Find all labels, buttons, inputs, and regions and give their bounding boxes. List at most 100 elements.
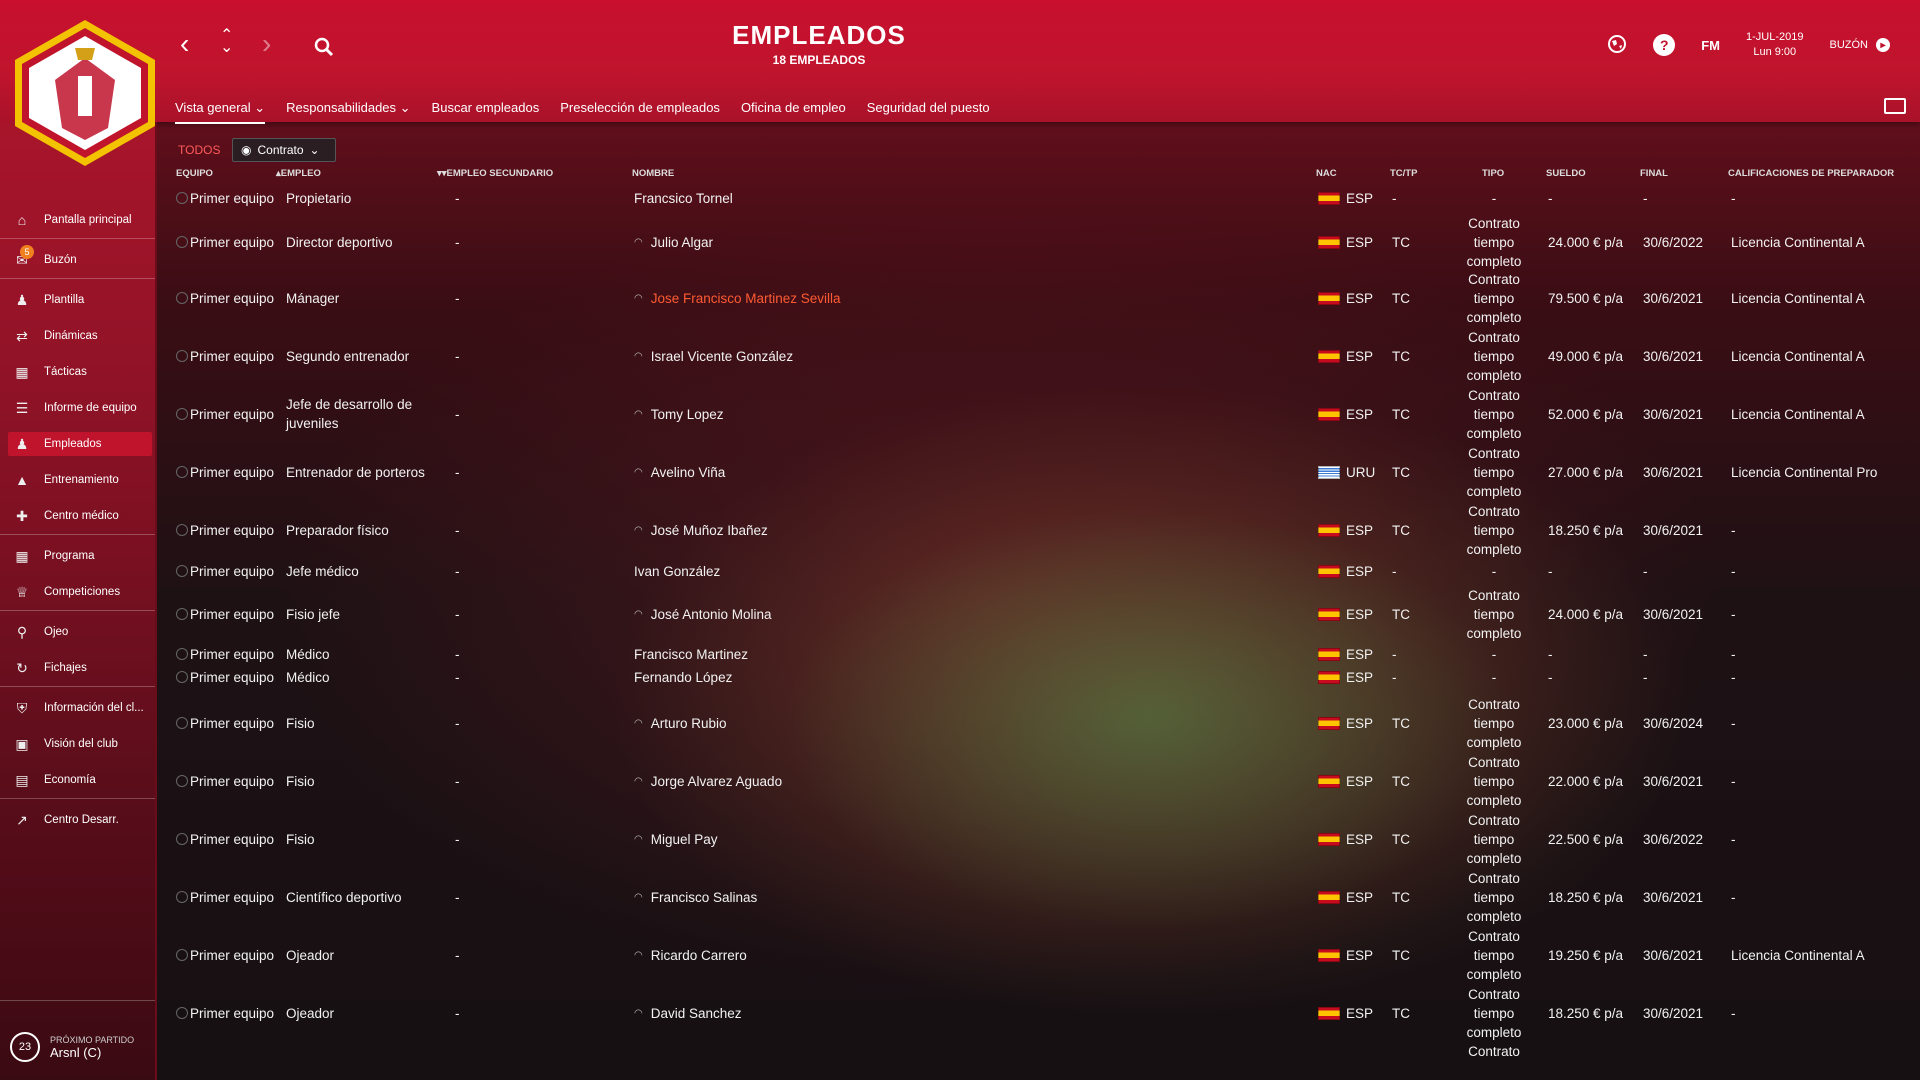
table-row[interactable]: Primer equipo Director deportivo - ◠ Julio A… [0, 213, 1920, 271]
tab-job-centre[interactable]: Oficina de empleo [741, 100, 846, 124]
col-nationality[interactable]: NAC [1316, 168, 1337, 179]
cell-name[interactable]: Fernando López [634, 666, 732, 688]
table-row[interactable]: Primer equipo Ojeador - ◠ David Sanchez ESP TC… [0, 984, 1920, 1042]
staff-name[interactable]: Ivan González [634, 564, 720, 579]
table-row[interactable]: Primer equipo Fisio - ◠ Arturo Rubio ESP TC Con… [0, 694, 1920, 752]
table-row[interactable]: Primer equipo Mánager - ◠ Jose Francisco Mar… [0, 269, 1920, 327]
date-display[interactable]: 1-JUL-2019 Lun 9:00 [1746, 30, 1803, 60]
cell-name[interactable]: ◠ Avelino Viña [634, 443, 725, 501]
col-type[interactable]: TIPO [1482, 168, 1504, 179]
staff-name[interactable]: Francsico Tornel [634, 191, 733, 206]
col-secondary-job[interactable]: ▾▾EMPLEO SECUNDARIO [437, 168, 553, 179]
cell-name[interactable]: Francsico Tornel [634, 186, 733, 210]
col-job[interactable]: ▴EMPLEO [276, 168, 321, 179]
select-checkbox[interactable] [176, 466, 188, 478]
search-icon[interactable] [314, 32, 334, 64]
world-icon[interactable] [1607, 34, 1627, 57]
staff-name[interactable]: Francisco Martinez [634, 647, 748, 662]
staff-name[interactable]: Jorge Alvarez Aguado [651, 774, 782, 789]
select-checkbox[interactable] [176, 350, 188, 362]
staff-name[interactable]: Arturo Rubio [651, 716, 727, 731]
col-name[interactable]: NOMBRE [632, 168, 674, 179]
col-wage[interactable]: SUELDO [1546, 168, 1586, 179]
tab-job-security[interactable]: Seguridad del puesto [867, 100, 990, 124]
back-arrow-icon[interactable]: ‹ [180, 28, 189, 60]
select-checkbox[interactable] [176, 408, 188, 420]
select-checkbox[interactable] [176, 524, 188, 536]
cell-qualifications: - [1731, 646, 1736, 662]
tab-responsibilities[interactable]: Responsabilidades ⌄ [286, 100, 410, 124]
table-row[interactable]: Primer equipo Preparador físico - ◠ José Muñ… [0, 501, 1920, 559]
cell-name[interactable]: ◠ Francisco Salinas [634, 868, 757, 926]
staff-name[interactable]: Tomy Lopez [651, 407, 724, 422]
filter-all[interactable]: TODOS [178, 143, 220, 157]
col-end[interactable]: FINAL [1640, 168, 1668, 179]
select-checkbox[interactable] [176, 192, 188, 204]
table-row[interactable]: Primer equipo Médico - Fernando López ESP - - -… [0, 666, 1920, 688]
tab-shortlist[interactable]: Preselección de empleados [560, 100, 720, 124]
select-checkbox[interactable] [176, 717, 188, 729]
table-row-partial[interactable]: Contrato [0, 1037, 1920, 1065]
cell-name[interactable]: ◠ Miguel Pay [634, 810, 718, 868]
table-row[interactable]: Primer equipo Médico - Francisco Martinez ES… [0, 643, 1920, 665]
col-qualifications[interactable]: CALIFICACIONES DE PREPARADOR [1728, 168, 1894, 179]
tab-search-staff[interactable]: Buscar empleados [432, 100, 540, 124]
staff-name[interactable]: Miguel Pay [651, 832, 718, 847]
staff-name[interactable]: Avelino Viña [651, 465, 726, 480]
view-select[interactable]: ◉ Contrato ⌄ [232, 138, 336, 162]
select-checkbox[interactable] [176, 608, 188, 620]
col-team[interactable]: EQUIPO [176, 168, 213, 179]
cell-name[interactable]: ◠ Tomy Lopez [634, 385, 724, 443]
table-row[interactable]: Primer equipo Ojeador - ◠ Ricardo Carrero ESP… [0, 926, 1920, 984]
cell-name[interactable]: ◠ José Antonio Molina [634, 585, 772, 643]
staff-name[interactable]: Julio Algar [651, 235, 713, 250]
cell-name[interactable]: Ivan González [634, 559, 720, 583]
select-checkbox[interactable] [176, 833, 188, 845]
cell-name[interactable]: ◠ David Sanchez [634, 984, 742, 1042]
staff-name[interactable]: Israel Vicente González [651, 349, 793, 364]
select-checkbox[interactable] [176, 236, 188, 248]
cell-name[interactable]: ◠ Ricardo Carrero [634, 926, 747, 984]
staff-name[interactable]: José Muñoz Ibañez [651, 523, 768, 538]
table-row[interactable]: Primer equipo Fisio - ◠ Miguel Pay ESP TC Contr… [0, 810, 1920, 868]
select-checkbox[interactable] [176, 891, 188, 903]
staff-name[interactable]: Jose Francisco Martinez Sevilla [651, 291, 841, 306]
cell-name[interactable]: ◠ Julio Algar [634, 213, 713, 271]
table-row[interactable]: Primer equipo Científico deportivo - ◠ Franc… [0, 868, 1920, 926]
staff-name[interactable]: David Sanchez [651, 1006, 742, 1021]
up-down-icon[interactable]: ⌃ ⌄ [220, 28, 233, 56]
table-row[interactable]: Primer equipo Entrenador de porteros - ◠ Ave… [0, 443, 1920, 501]
fm-button[interactable]: FM [1701, 38, 1720, 53]
select-checkbox[interactable] [176, 671, 188, 683]
select-checkbox[interactable] [176, 775, 188, 787]
staff-name[interactable]: Francisco Salinas [651, 890, 758, 905]
select-checkbox[interactable] [176, 949, 188, 961]
staff-name[interactable]: Ricardo Carrero [651, 948, 747, 963]
club-crest-logo[interactable] [10, 18, 155, 166]
cell-name[interactable]: ◠ Jose Francisco Martinez Sevilla [634, 269, 841, 327]
help-icon[interactable]: ? [1653, 34, 1676, 56]
col-tctp[interactable]: TC/TP [1390, 168, 1417, 179]
tab-overview[interactable]: Vista general ⌄ [175, 100, 266, 124]
table-row[interactable]: Primer equipo Jefe médico - Ivan González ES… [0, 559, 1920, 583]
cell-type: Contrato tiempo completo [1466, 445, 1522, 499]
cell-name[interactable]: ◠ Jorge Alvarez Aguado [634, 752, 782, 810]
cell-name[interactable]: ◠ Israel Vicente González [634, 327, 793, 385]
cell-name[interactable]: ◠ Arturo Rubio [634, 694, 727, 752]
select-checkbox[interactable] [176, 1007, 188, 1019]
monitor-icon[interactable] [1884, 98, 1906, 114]
table-row[interactable]: Primer equipo Propietario - Francsico Torne… [0, 186, 1920, 210]
staff-name[interactable]: José Antonio Molina [651, 607, 772, 622]
forward-arrow-icon[interactable]: › [262, 28, 271, 60]
select-checkbox[interactable] [176, 565, 188, 577]
table-row[interactable]: Primer equipo Fisio jefe - ◠ José Antonio Mo… [0, 585, 1920, 643]
cell-name[interactable]: ◠ José Muñoz Ibañez [634, 501, 768, 559]
table-row[interactable]: Primer equipo Fisio - ◠ Jorge Alvarez Aguado… [0, 752, 1920, 810]
table-row[interactable]: Primer equipo Segundo entrenador - ◠ Israel … [0, 327, 1920, 385]
mailbox-button[interactable]: BUZÓN ▸ [1830, 38, 1890, 52]
select-checkbox[interactable] [176, 648, 188, 660]
select-checkbox[interactable] [176, 292, 188, 304]
cell-name[interactable]: Francisco Martinez [634, 643, 748, 665]
table-row[interactable]: Primer equipo Jefe de desarrollo de juven… [0, 385, 1920, 443]
staff-name[interactable]: Fernando López [634, 670, 732, 685]
